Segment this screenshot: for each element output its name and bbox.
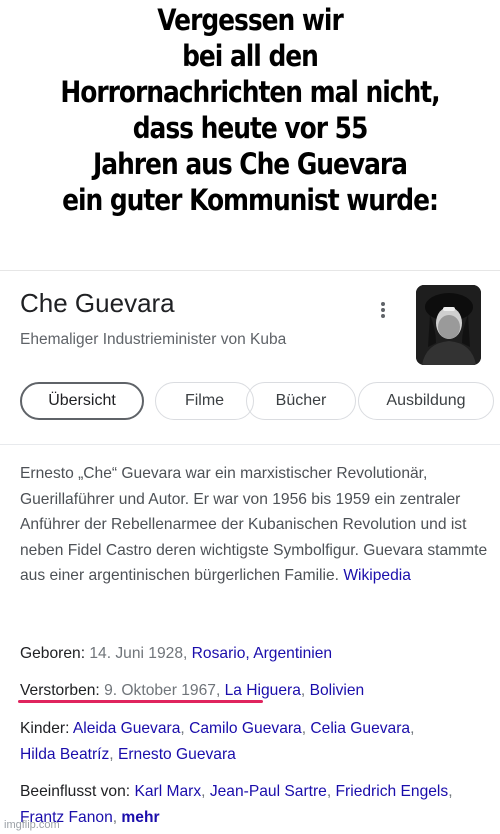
caption-line: bei all den (182, 39, 319, 73)
child-link[interactable]: Aleida Guevara (73, 720, 181, 737)
tab-education[interactable]: Ausbildung (358, 382, 494, 420)
died-place-link[interactable]: La Higuera (225, 682, 301, 699)
tab-films[interactable]: Filme (155, 382, 254, 420)
died-country-link[interactable]: Bolivien (310, 682, 365, 699)
fact-born: Geboren: 14. Juni 1928, Rosario, Argenti… (20, 645, 333, 662)
divider (0, 444, 500, 445)
born-label: Geboren (20, 645, 81, 662)
influence-link[interactable]: Karl Marx (134, 783, 201, 800)
born-place-link[interactable]: Rosario, Argentinien (192, 645, 332, 662)
meme-caption: Vergessen wir bei all den Horrornachrich… (35, 2, 465, 218)
more-link[interactable]: mehr (121, 809, 159, 826)
panel-top-border (0, 270, 500, 271)
born-date: 14. Juni 1928 (89, 645, 183, 662)
caption-line: Horrornachrichten mal nicht, (60, 75, 440, 109)
child-link[interactable]: Camilo Guevara (189, 720, 302, 737)
wikipedia-link[interactable]: Wikipedia (343, 567, 411, 584)
child-link[interactable]: Celia Guevara (310, 720, 410, 737)
more-vert-icon[interactable] (375, 300, 391, 322)
caption-line: ein guter Kommunist wurde: (62, 183, 439, 217)
died-label: Verstorben (20, 682, 96, 699)
caption-line: Jahren aus Che Guevara (93, 147, 408, 181)
fact-children: Kinder: Aleida Guevara, Camilo Guevara, … (20, 720, 415, 763)
tab-books[interactable]: Bücher (246, 382, 356, 420)
fact-influenced: Beeinflusst von: Karl Marx, Jean-Paul Sa… (20, 783, 453, 826)
red-underline (18, 700, 263, 703)
child-link[interactable]: Hilda Beatríz (20, 746, 109, 763)
entity-subtitle: Ehemaliger Industrieminister von Kuba (20, 331, 287, 348)
description: Ernesto „Che“ Guevara war ein marxistisc… (20, 461, 490, 589)
died-date: 9. Oktober 1967 (104, 682, 216, 699)
children-label: Kinder (20, 720, 66, 737)
watermark: imgflip.com (4, 819, 60, 831)
influence-link[interactable]: Jean-Paul Sartre (210, 783, 327, 800)
tab-overview[interactable]: Übersicht (20, 382, 144, 420)
influenced-label: Beeinflusst von (20, 783, 126, 800)
entity-title: Che Guevara (20, 288, 175, 318)
description-text: Ernesto „Che“ Guevara war ein marxistisc… (20, 465, 488, 584)
portrait-image[interactable] (416, 285, 481, 365)
child-link[interactable]: Ernesto Guevara (118, 746, 236, 763)
caption-line: dass heute vor 55 (132, 111, 369, 145)
influence-link[interactable]: Friedrich Engels (336, 783, 449, 800)
caption-line: Vergessen wir (157, 3, 343, 37)
